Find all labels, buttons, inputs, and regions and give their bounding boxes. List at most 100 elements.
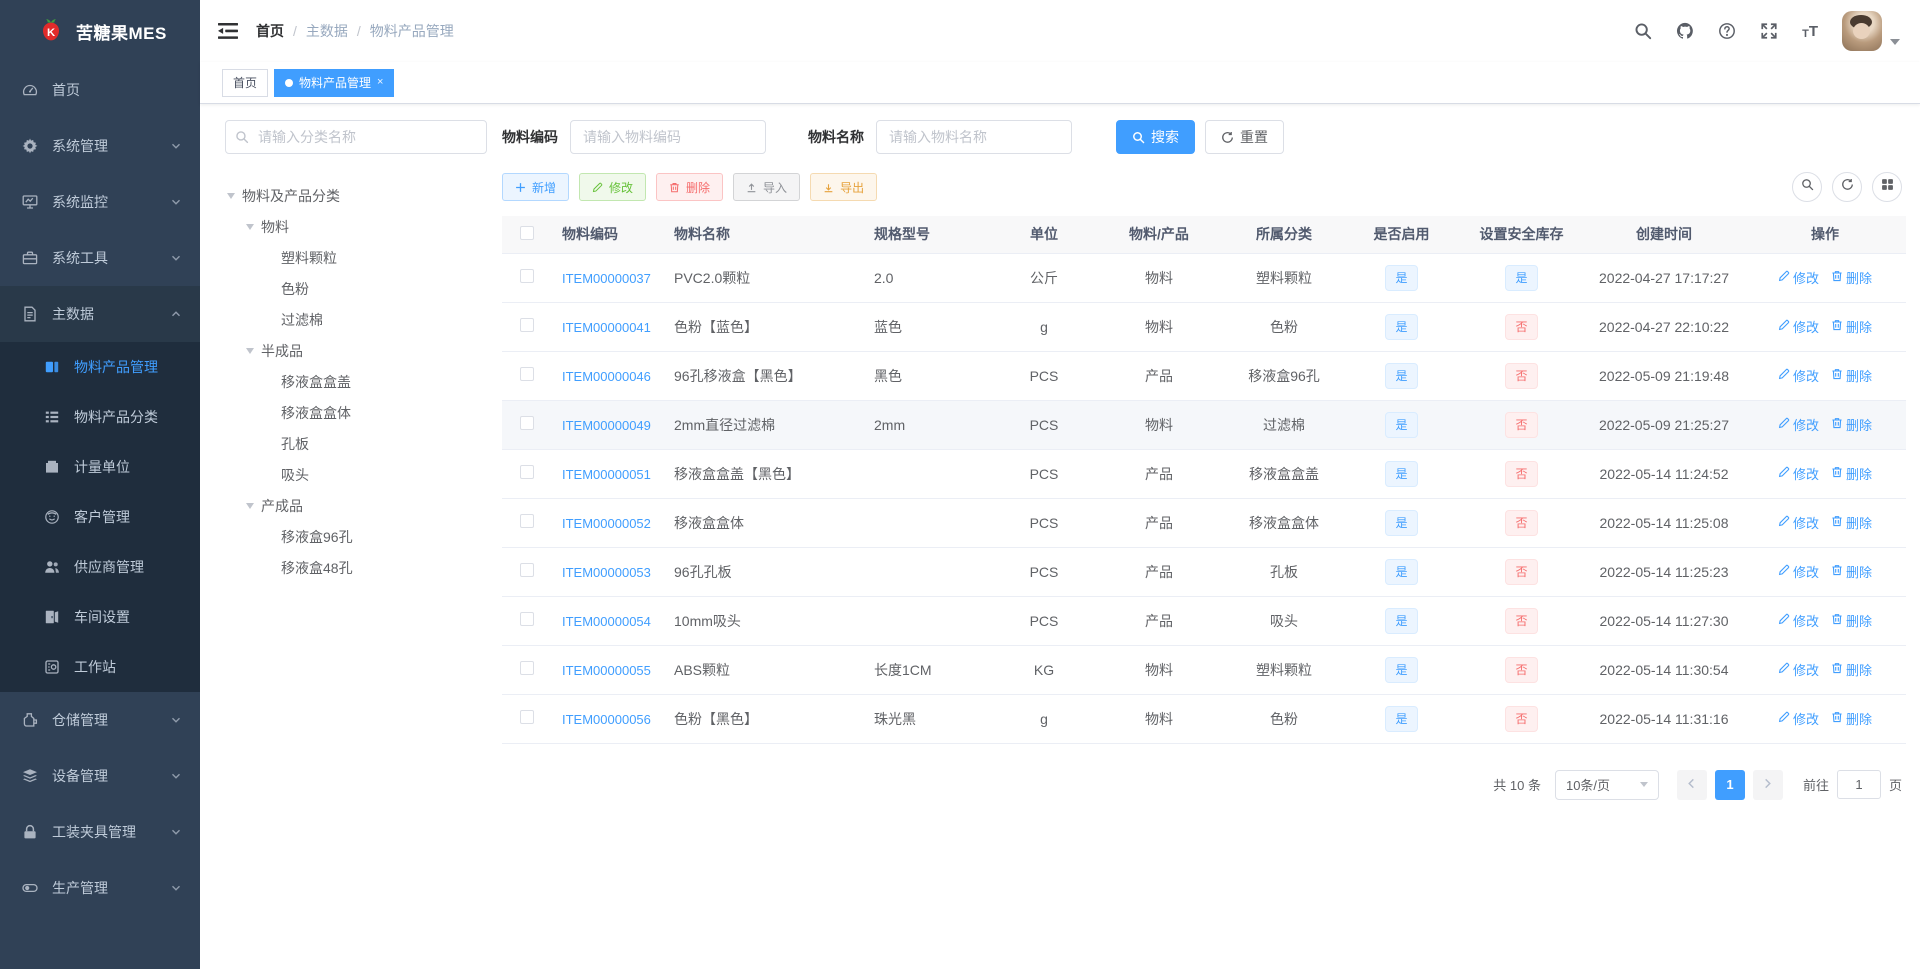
material-code-link[interactable]: ITEM00000051 bbox=[562, 467, 651, 482]
page-size-select[interactable]: 10条/页 bbox=[1554, 769, 1659, 800]
row-delete-link[interactable]: 删除 bbox=[1831, 317, 1872, 336]
material-code-link[interactable]: ITEM00000046 bbox=[562, 369, 651, 384]
tree-node-leaf-2-1[interactable]: 移液盒48孔 bbox=[225, 552, 487, 583]
export-button[interactable]: 导出 bbox=[810, 173, 878, 201]
tree-node-leaf-2-0[interactable]: 移液盒96孔 bbox=[225, 521, 487, 552]
prev-page-button[interactable] bbox=[1676, 769, 1707, 800]
row-edit-link[interactable]: 修改 bbox=[1778, 366, 1819, 385]
row-edit-link[interactable]: 修改 bbox=[1778, 562, 1819, 581]
tree-node-leaf-0-2[interactable]: 过滤棉 bbox=[225, 304, 487, 335]
material-code-link[interactable]: ITEM00000037 bbox=[562, 271, 651, 286]
row-checkbox[interactable] bbox=[520, 465, 534, 479]
row-checkbox[interactable] bbox=[520, 269, 534, 283]
sidebar-item-workshop-settings[interactable]: 车间设置 bbox=[0, 592, 200, 642]
tree-node-group-2[interactable]: 产成品 bbox=[225, 490, 487, 521]
row-delete-link[interactable]: 删除 bbox=[1831, 709, 1872, 728]
material-code-link[interactable]: ITEM00000056 bbox=[562, 712, 651, 727]
row-edit-link[interactable]: 修改 bbox=[1778, 268, 1819, 287]
sidebar-item-material-product-category[interactable]: 物料产品分类 bbox=[0, 392, 200, 442]
material-code-link[interactable]: ITEM00000055 bbox=[562, 663, 651, 678]
github-icon[interactable] bbox=[1676, 22, 1694, 40]
next-page-button[interactable] bbox=[1752, 769, 1783, 800]
row-edit-link[interactable]: 修改 bbox=[1778, 317, 1819, 336]
row-checkbox[interactable] bbox=[520, 416, 534, 430]
select-all-checkbox[interactable] bbox=[520, 225, 534, 240]
page-1-button[interactable]: 1 bbox=[1714, 769, 1745, 800]
row-checkbox[interactable] bbox=[520, 318, 534, 332]
material-code-link[interactable]: ITEM00000052 bbox=[562, 516, 651, 531]
search-button[interactable]: 搜索 bbox=[1116, 120, 1195, 154]
tree-expand-caret[interactable] bbox=[246, 348, 254, 358]
tree-node-leaf-1-1[interactable]: 移液盒盒体 bbox=[225, 397, 487, 428]
sidebar-item-measure-unit[interactable]: 计量单位 bbox=[0, 442, 200, 492]
tree-node-group-1[interactable]: 半成品 bbox=[225, 335, 487, 366]
user-menu[interactable] bbox=[1842, 11, 1900, 51]
column-settings-button[interactable] bbox=[1872, 172, 1902, 202]
row-edit-link[interactable]: 修改 bbox=[1778, 415, 1819, 434]
row-edit-link[interactable]: 修改 bbox=[1778, 611, 1819, 630]
sidebar-item-equipment-management[interactable]: 设备管理 bbox=[0, 748, 200, 804]
sidebar-item-system-management[interactable]: 系统管理 bbox=[0, 118, 200, 174]
tree-node-leaf-1-0[interactable]: 移液盒盒盖 bbox=[225, 366, 487, 397]
material-code-link[interactable]: ITEM00000053 bbox=[562, 565, 651, 580]
tree-node-group-0[interactable]: 物料 bbox=[225, 211, 487, 242]
row-edit-link[interactable]: 修改 bbox=[1778, 709, 1819, 728]
close-icon[interactable]: × bbox=[377, 77, 383, 88]
help-icon[interactable] bbox=[1718, 22, 1736, 40]
search-icon[interactable] bbox=[1634, 22, 1652, 40]
row-delete-link[interactable]: 删除 bbox=[1831, 660, 1872, 679]
row-delete-link[interactable]: 删除 bbox=[1831, 268, 1872, 287]
sidebar-item-system-tools[interactable]: 系统工具 bbox=[0, 230, 200, 286]
tree-expand-caret[interactable] bbox=[246, 224, 254, 234]
row-delete-link[interactable]: 删除 bbox=[1831, 464, 1872, 483]
row-delete-link[interactable]: 删除 bbox=[1831, 562, 1872, 581]
sidebar-item-master-data[interactable]: 主数据 bbox=[0, 286, 200, 342]
sidebar-item-production-management[interactable]: 生产管理 bbox=[0, 860, 200, 916]
sidebar-item-fixture-management[interactable]: 工装夹具管理 bbox=[0, 804, 200, 860]
tag-home[interactable]: 首页 bbox=[222, 68, 269, 97]
row-delete-link[interactable]: 删除 bbox=[1831, 611, 1872, 630]
tag-material-product-management[interactable]: 物料产品管理 × bbox=[274, 68, 395, 97]
logo[interactable]: K 苦糖果MES bbox=[0, 0, 200, 62]
sidebar-item-customer-management[interactable]: 客户管理 bbox=[0, 492, 200, 542]
fullscreen-icon[interactable] bbox=[1760, 22, 1778, 40]
tree-node-leaf-0-0[interactable]: 塑料颗粒 bbox=[225, 242, 487, 273]
hamburger-icon[interactable] bbox=[218, 22, 238, 40]
sidebar-item-material-product-management[interactable]: 物料产品管理 bbox=[0, 342, 200, 392]
breadcrumb-item-1[interactable]: 主数据 bbox=[306, 21, 348, 41]
row-delete-link[interactable]: 删除 bbox=[1831, 415, 1872, 434]
row-checkbox[interactable] bbox=[520, 563, 534, 577]
reset-button[interactable]: 重置 bbox=[1205, 120, 1284, 154]
row-delete-link[interactable]: 删除 bbox=[1831, 366, 1872, 385]
row-delete-link[interactable]: 删除 bbox=[1831, 513, 1872, 532]
row-checkbox[interactable] bbox=[520, 710, 534, 724]
row-checkbox[interactable] bbox=[520, 514, 534, 528]
tree-node-root[interactable]: 物料及产品分类 bbox=[225, 180, 487, 211]
refresh-button[interactable] bbox=[1832, 172, 1862, 202]
breadcrumb-item-0[interactable]: 首页 bbox=[256, 21, 284, 41]
row-checkbox[interactable] bbox=[520, 612, 534, 626]
material-code-link[interactable]: ITEM00000041 bbox=[562, 320, 651, 335]
font-size-icon[interactable]: TT bbox=[1802, 23, 1818, 40]
sidebar-item-supplier-management[interactable]: 供应商管理 bbox=[0, 542, 200, 592]
show-search-button[interactable] bbox=[1792, 172, 1822, 202]
sidebar-item-workstation[interactable]: 工作站 bbox=[0, 642, 200, 692]
tree-node-leaf-1-2[interactable]: 孔板 bbox=[225, 428, 487, 459]
row-checkbox[interactable] bbox=[520, 367, 534, 381]
row-edit-link[interactable]: 修改 bbox=[1778, 660, 1819, 679]
material-name-input[interactable] bbox=[876, 120, 1072, 154]
avatar[interactable] bbox=[1842, 11, 1882, 51]
tree-expand-caret[interactable] bbox=[227, 193, 235, 203]
tree-expand-caret[interactable] bbox=[246, 503, 254, 513]
sidebar-item-system-monitor[interactable]: 系统监控 bbox=[0, 174, 200, 230]
category-search-input[interactable] bbox=[225, 120, 487, 154]
material-code-link[interactable]: ITEM00000054 bbox=[562, 614, 651, 629]
material-code-input[interactable] bbox=[570, 120, 766, 154]
row-edit-link[interactable]: 修改 bbox=[1778, 513, 1819, 532]
sidebar-item-home[interactable]: 首页 bbox=[0, 62, 200, 118]
goto-page-input[interactable] bbox=[1836, 770, 1881, 799]
sidebar-item-warehouse-management[interactable]: 仓储管理 bbox=[0, 692, 200, 748]
add-button[interactable]: 新增 bbox=[502, 173, 570, 201]
import-button[interactable]: 导入 bbox=[733, 173, 801, 201]
tree-node-leaf-0-1[interactable]: 色粉 bbox=[225, 273, 487, 304]
